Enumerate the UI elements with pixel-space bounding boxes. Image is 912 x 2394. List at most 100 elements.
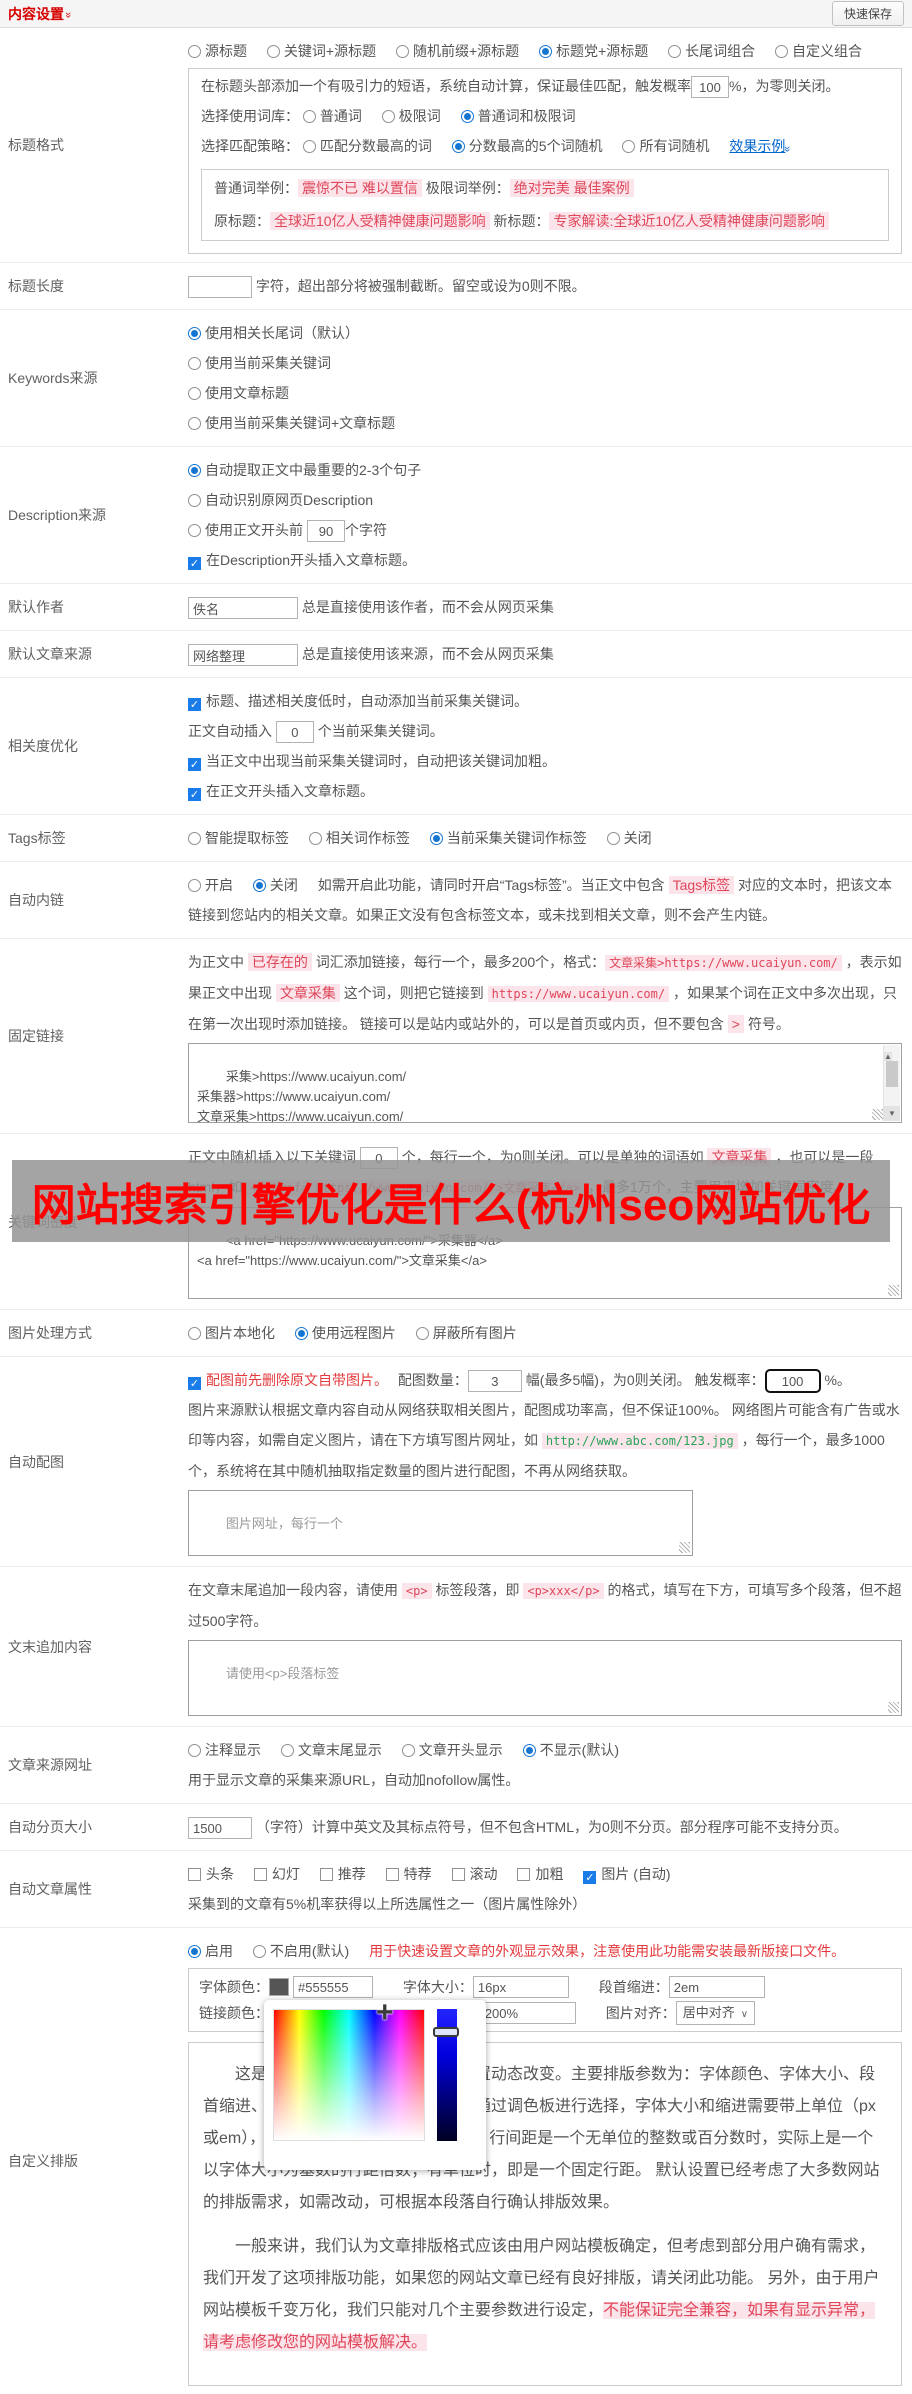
row-custom-layout: 自定义排版 启用 不启用(默认) 用于快速设置文章的外观显示效果，注意使用此功能… [0,1928,912,2394]
quick-save-button[interactable]: 快速保存 [831,1,904,26]
color-value-slider[interactable] [433,2009,459,2141]
row-relevance: 相关度优化 标题、描述相关度低时，自动添加当前采集关键词。 正文自动插入 个当前… [0,678,912,815]
radio-layout-enable[interactable]: 启用 [188,1943,233,1959]
option-label: 图片本地化 [205,1325,275,1341]
example-label: 原标题： [214,213,270,229]
example-line-1: 普通词举例： 震惊不已 难以置信 极限词举例： 绝对完美 最佳案例 [214,172,876,205]
resize-grip-icon[interactable] [888,1285,899,1296]
radio-first-chars[interactable]: 使用正文开头前 [188,522,303,538]
row-label-description-source: Description来源 [8,507,107,523]
radio-innerlink-on[interactable]: 开启 [188,877,233,893]
resize-grip-icon[interactable] [872,1109,883,1120]
radio-original-description[interactable]: 自动识别原网页Description [188,485,886,515]
radio-keyword-plus-title[interactable]: 使用当前采集关键词+文章标题 [188,408,886,438]
title-length-input[interactable] [188,276,252,299]
row-tags: Tags标签 智能提取标签 相关词作标签 当前采集关键词作标签 关闭 [0,815,912,862]
radio-highest-score-word[interactable]: 匹配分数最高的词 [302,138,432,154]
option-label: 推荐 [337,1866,366,1882]
desc-highlight: <p> [401,1583,432,1599]
example-label: 新标题： [493,213,550,229]
scroll-down-icon[interactable]: ▼ [884,1106,900,1121]
font-size-input[interactable] [472,1976,569,1998]
radio-related-longtail[interactable]: 使用相关长尾词（默认） [188,318,886,348]
image-probability-input[interactable] [764,1369,821,1394]
row-label-relevance: 相关度优化 [8,738,78,754]
checkbox-icon [319,1868,333,1881]
paging-size-input[interactable] [188,1817,252,1840]
checkbox-slide[interactable]: 幻灯 [253,1866,300,1882]
radio-localize-images[interactable]: 图片本地化 [188,1325,275,1341]
color-slider-handle[interactable] [433,2027,459,2037]
checkbox-icon [188,557,201,570]
font-color-swatch[interactable] [269,1978,289,1996]
radio-layout-disable[interactable]: 不启用(默认) [252,1943,349,1959]
image-count-input[interactable] [467,1370,522,1393]
image-align-select[interactable]: 居中对齐 ∨ [675,2001,756,2025]
radio-all-random[interactable]: 所有词随机 [622,138,709,154]
radio-keyword-source-title[interactable]: 关键词+源标题 [266,43,376,59]
paging-note: （字符）计算中英文及其标点符号，但不包含HTML，为0则不分页。部分程序可能不支… [255,1819,848,1835]
collapse-chevron-icon[interactable]: » [62,11,74,15]
checkbox-auto-add-keyword[interactable]: 标题、描述相关度低时，自动添加当前采集关键词。 [188,686,886,716]
example-highlight: 绝对完美 最佳案例 [509,179,634,197]
radio-comment-display[interactable]: 注释显示 [188,1742,261,1758]
checkbox-insert-title-in-description[interactable]: 在Description开头插入文章标题。 [188,545,886,575]
checkbox-scroll[interactable]: 滚动 [451,1866,498,1882]
radio-extreme-words[interactable]: 极限词 [381,108,441,124]
scrollbar-thumb[interactable] [886,1061,898,1087]
radio-no-display[interactable]: 不显示(默认) [522,1742,619,1758]
radio-tags-off[interactable]: 关闭 [606,830,652,846]
radio-circle-icon [415,1327,429,1340]
example-box: 普通词举例： 震惊不已 难以置信 极限词举例： 绝对完美 最佳案例 原标题： 全球近1… [201,169,889,241]
checkbox-special[interactable]: 特荐 [385,1866,432,1882]
default-source-input[interactable] [188,644,298,667]
row-keywords-source: Keywords来源 使用相关长尾词（默认） 使用当前采集关键词 使用文章标题 … [0,310,912,447]
checkbox-delete-original-images[interactable]: 配图前先删除原文自带图片。 [188,1372,388,1390]
radio-smart-tags[interactable]: 智能提取标签 [188,830,289,846]
radio-current-keyword[interactable]: 使用当前采集关键词 [188,348,886,378]
row-default-source: 默认文章来源 总是直接使用该来源，而不会从网页采集 [0,631,912,678]
scrollbar[interactable]: ▲ ▼ [883,1045,900,1121]
line-height-input[interactable] [479,2002,576,2024]
font-color-input[interactable] [293,1976,373,1998]
radio-related-word-tags[interactable]: 相关词作标签 [308,830,410,846]
clickbait-probability-input[interactable] [691,76,729,99]
radio-normal-words[interactable]: 普通词 [302,108,362,124]
row-label-auto-innerlink: 自动内链 [8,892,64,908]
radio-longtail-combo[interactable]: 长尾词组合 [668,43,755,59]
radio-normal-and-extreme-words[interactable]: 普通词和极限词 [460,108,576,124]
checkbox-insert-title-in-body[interactable]: 在正文开头插入文章标题。 [188,776,886,806]
radio-clickbait-source-title[interactable]: 标题党+源标题 [539,43,648,59]
insert-count-input[interactable] [275,721,314,744]
radio-extract-sentences[interactable]: 自动提取正文中最重要的2-3个句子 [188,455,886,485]
radio-innerlink-off[interactable]: 关闭 [252,877,298,893]
default-author-input[interactable] [188,597,298,620]
radio-article-start-display[interactable]: 文章开头显示 [401,1742,503,1758]
radio-top5-random[interactable]: 分数最高的5个词随机 [451,138,603,154]
option-label: 智能提取标签 [205,830,289,846]
radio-prefix-source-title[interactable]: 随机前缀+源标题 [395,43,519,59]
scroll-up-icon[interactable]: ▲ [884,1052,892,1061]
image-align-label: 图片对齐： [605,2005,676,2021]
description-chars-input[interactable] [307,520,345,543]
color-saturation-grid[interactable]: + [273,1998,425,2141]
checkbox-bold[interactable]: 加粗 [517,1866,563,1882]
checkbox-bold-keyword[interactable]: 当正文中出现当前采集关键词时，自动把该关键词加粗。 [188,746,886,776]
checkbox-recommend[interactable]: 推荐 [319,1866,366,1882]
radio-custom-combo[interactable]: 自定义组合 [775,43,862,59]
color-picker-crosshair-icon[interactable]: + [376,1998,394,2028]
radio-remote-images[interactable]: 使用远程图片 [294,1325,396,1341]
fixed-links-textarea[interactable]: 采集>https://www.ucaiyun.com/ 采集器>https://… [188,1043,902,1123]
resize-grip-icon[interactable] [888,1702,899,1713]
radio-source-title[interactable]: 源标题 [188,43,247,59]
image-urls-textarea[interactable]: 图片网址，每行一个 [188,1490,693,1556]
radio-block-images[interactable]: 屏蔽所有图片 [415,1325,517,1341]
append-content-textarea[interactable]: 请使用<p>段落标签 [188,1640,902,1716]
radio-article-end-display[interactable]: 文章末尾显示 [280,1742,382,1758]
indent-input[interactable] [668,1976,765,1998]
checkbox-headline[interactable]: 头条 [188,1866,234,1882]
checkbox-image-auto[interactable]: 图片 (自动) [583,1866,671,1884]
radio-current-keyword-tags[interactable]: 当前采集关键词作标签 [429,830,587,846]
resize-grip-icon[interactable] [679,1542,690,1553]
radio-article-title[interactable]: 使用文章标题 [188,378,886,408]
